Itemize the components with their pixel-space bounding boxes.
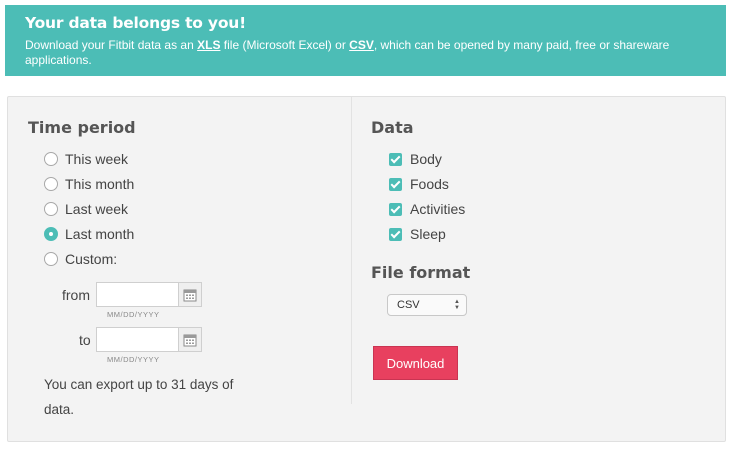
- from-date-input[interactable]: [96, 282, 178, 307]
- column-divider: [351, 97, 352, 404]
- radio-button[interactable]: [44, 202, 58, 216]
- radio-label: This month: [65, 176, 135, 192]
- radio-last-week[interactable]: Last week: [44, 199, 128, 219]
- banner-text-before: Download your Fitbit data as an: [25, 38, 198, 52]
- from-date-picker: [96, 282, 202, 307]
- select-arrows-icon: ▲ ▼: [454, 299, 460, 311]
- radio-button-selected[interactable]: [44, 227, 58, 241]
- data-title: Data: [371, 118, 414, 137]
- calendar-icon[interactable]: [178, 282, 202, 307]
- file-format-value: CSV: [397, 299, 420, 311]
- checkbox-label: Activities: [410, 201, 466, 217]
- banner-title: Your data belongs to you!: [25, 14, 246, 32]
- checkbox-label: Sleep: [410, 226, 446, 242]
- export-limit-note: You can export up to 31 days of data.: [44, 377, 234, 417]
- xls-link[interactable]: XLS: [197, 38, 220, 52]
- export-panel: Time period This week This month Last we…: [7, 96, 726, 442]
- from-date-hint: MM/DD/YYYY: [107, 310, 160, 319]
- radio-label: Last week: [65, 201, 129, 217]
- radio-custom[interactable]: Custom:: [44, 249, 117, 269]
- radio-last-month[interactable]: Last month: [44, 224, 134, 244]
- radio-button[interactable]: [44, 152, 58, 166]
- radio-label: This week: [65, 151, 129, 167]
- checkbox-checked[interactable]: [389, 152, 402, 166]
- checkbox-label: Foods: [410, 176, 449, 192]
- to-date-input[interactable]: [96, 327, 178, 352]
- checkbox-checked[interactable]: [389, 202, 402, 216]
- radio-label: Custom:: [65, 251, 118, 267]
- radio-button[interactable]: [44, 177, 58, 191]
- checkbox-sleep[interactable]: Sleep: [389, 224, 446, 244]
- radio-label: Last month: [65, 226, 135, 242]
- checkbox-label: Body: [410, 151, 442, 167]
- radio-this-month[interactable]: This month: [44, 174, 134, 194]
- calendar-icon[interactable]: [178, 327, 202, 352]
- csv-link[interactable]: CSV: [349, 38, 374, 52]
- to-label: to: [79, 332, 91, 348]
- checkbox-checked[interactable]: [389, 177, 402, 191]
- checkbox-activities[interactable]: Activities: [389, 199, 465, 219]
- to-date-hint: MM/DD/YYYY: [107, 355, 160, 364]
- checkbox-body[interactable]: Body: [389, 149, 442, 169]
- checkbox-foods[interactable]: Foods: [389, 174, 449, 194]
- to-date-picker: [96, 327, 202, 352]
- time-period-title: Time period: [28, 118, 136, 137]
- checkbox-checked[interactable]: [389, 227, 402, 241]
- banner-description: Download your Fitbit data as an XLS file…: [25, 38, 706, 68]
- download-button[interactable]: Download: [373, 346, 458, 380]
- banner-text-middle: file (Microsoft Excel) or: [220, 38, 350, 52]
- from-label: from: [62, 287, 90, 303]
- radio-this-week[interactable]: This week: [44, 149, 128, 169]
- file-format-title: File format: [371, 263, 471, 282]
- radio-button[interactable]: [44, 252, 58, 266]
- info-banner: Your data belongs to you! Download your …: [5, 5, 726, 76]
- file-format-select[interactable]: CSV ▲ ▼: [387, 294, 467, 316]
